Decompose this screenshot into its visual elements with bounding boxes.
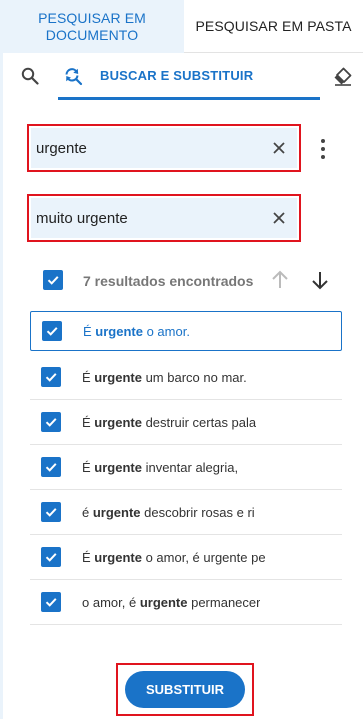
result-text: É urgente inventar alegria, xyxy=(82,460,238,475)
result-match: urgente xyxy=(92,504,141,520)
results-header: 7 resultados encontrados xyxy=(3,263,363,297)
checkmark-icon xyxy=(45,508,57,517)
clear-replace-icon[interactable] xyxy=(269,208,289,228)
result-checkbox[interactable] xyxy=(42,321,62,341)
result-item[interactable]: o amor, é urgente permanecer xyxy=(30,580,342,625)
result-text-before: É xyxy=(82,459,95,475)
result-text-before: É xyxy=(83,323,96,339)
checkmark-icon xyxy=(45,463,57,472)
result-item[interactable]: É urgente o amor, é urgente pe xyxy=(30,535,342,580)
result-checkbox[interactable] xyxy=(41,457,61,477)
result-item[interactable]: É urgente inventar alegria, xyxy=(30,445,342,490)
results-list: É urgente o amor. É urgente um barco no m… xyxy=(30,311,342,625)
find-field-highlight xyxy=(27,124,301,172)
active-mode-label[interactable]: BUSCAR E SUBSTITUIR xyxy=(100,68,253,83)
result-text-after: um barco no mar. xyxy=(141,369,247,385)
result-checkbox[interactable] xyxy=(41,592,61,612)
results-count: 7 resultados encontrados xyxy=(83,273,254,289)
result-text: É urgente destruir certas pala xyxy=(82,415,256,430)
result-text-after: descobrir rosas e ri xyxy=(140,504,255,520)
result-text-before: É xyxy=(82,369,95,385)
result-text: o amor, é urgente permanecer xyxy=(82,595,260,610)
search-icon[interactable] xyxy=(17,63,43,89)
result-match: urgente xyxy=(94,414,142,430)
find-field xyxy=(31,128,297,168)
result-item[interactable]: É urgente um barco no mar. xyxy=(30,355,342,400)
result-text-after: o amor. xyxy=(142,323,190,339)
tab-search-in-folder[interactable]: PESQUISAR EM PASTA xyxy=(184,0,363,53)
more-dot xyxy=(321,139,325,143)
more-dot xyxy=(321,147,325,151)
checkmark-icon xyxy=(45,598,57,607)
result-item[interactable]: é urgente descobrir rosas e ri xyxy=(30,490,342,535)
result-match: urgente xyxy=(94,369,142,385)
find-replace-icon[interactable] xyxy=(60,63,86,89)
find-replace-panel: BUSCAR E SUBSTITUIR urgente muito urgent… xyxy=(0,53,363,719)
checkmark-icon xyxy=(45,373,57,382)
result-match: urgente xyxy=(94,459,142,475)
replace-button[interactable]: SUBSTITUIR xyxy=(125,671,245,708)
result-text-before: é xyxy=(82,504,93,520)
replace-input[interactable] xyxy=(36,198,256,238)
result-text: É urgente um barco no mar. xyxy=(82,370,247,385)
result-match: urgente xyxy=(94,549,142,565)
more-dot xyxy=(321,155,325,159)
result-text-after: destruir certas pala xyxy=(141,414,257,430)
eraser-icon[interactable] xyxy=(330,63,356,89)
checkmark-icon xyxy=(45,553,57,562)
result-text: é urgente descobrir rosas e ri xyxy=(82,505,255,520)
result-text-after: permanecer xyxy=(187,594,261,610)
select-all-checkbox[interactable] xyxy=(43,270,63,290)
result-text-before: o amor, é xyxy=(82,594,140,610)
result-match: urgente xyxy=(95,323,143,339)
active-mode-underline xyxy=(58,97,320,100)
tab-search-in-document[interactable]: PESQUISAR EM DOCUMENTO xyxy=(0,0,184,53)
previous-result-arrow-icon[interactable] xyxy=(269,269,291,296)
checkmark-icon xyxy=(45,418,57,427)
result-item[interactable]: É urgente o amor. xyxy=(30,311,342,351)
replace-field xyxy=(31,198,297,238)
tab-bar: PESQUISAR EM DOCUMENTO PESQUISAR EM PAST… xyxy=(0,0,363,53)
result-match: urgente xyxy=(139,594,188,610)
result-text: É urgente o amor. xyxy=(83,324,190,339)
clear-find-icon[interactable] xyxy=(269,138,289,158)
result-item[interactable]: É urgente destruir certas pala xyxy=(30,400,342,445)
replace-button-highlight: SUBSTITUIR xyxy=(116,663,254,716)
mode-toolbar: BUSCAR E SUBSTITUIR xyxy=(3,53,363,101)
result-checkbox[interactable] xyxy=(41,502,61,522)
replace-field-highlight xyxy=(27,194,301,242)
result-text-before: É xyxy=(82,414,95,430)
result-checkbox[interactable] xyxy=(41,547,61,567)
result-text: É urgente o amor, é urgente pe xyxy=(82,550,266,565)
result-text-before: É xyxy=(82,549,95,565)
result-checkbox[interactable] xyxy=(41,412,61,432)
more-options-icon[interactable] xyxy=(317,139,329,159)
result-checkbox[interactable] xyxy=(41,367,61,387)
next-result-arrow-icon[interactable] xyxy=(309,269,331,296)
checkmark-icon xyxy=(46,327,58,336)
result-text-after: o amor, é urgente pe xyxy=(141,549,266,565)
result-text-after: inventar alegria, xyxy=(141,459,239,475)
find-input[interactable] xyxy=(36,128,256,168)
